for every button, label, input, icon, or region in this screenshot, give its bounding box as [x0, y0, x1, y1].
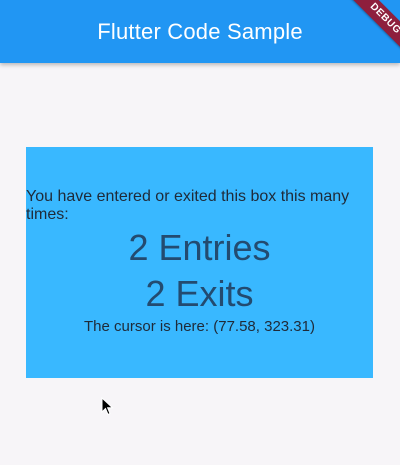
exits-count: 2 Exits	[145, 273, 254, 314]
counter-description: You have entered or exited this box this…	[26, 188, 350, 223]
mouse-region-box[interactable]: You have entered or exited this box this…	[26, 147, 373, 378]
app-bar: Flutter Code Sample	[0, 0, 400, 63]
entries-count: 2 Entries	[128, 227, 271, 268]
mouse-pointer-icon	[101, 397, 114, 416]
app-title: Flutter Code Sample	[97, 18, 303, 44]
cursor-position-text: The cursor is here: (77.58, 323.31)	[84, 318, 315, 335]
